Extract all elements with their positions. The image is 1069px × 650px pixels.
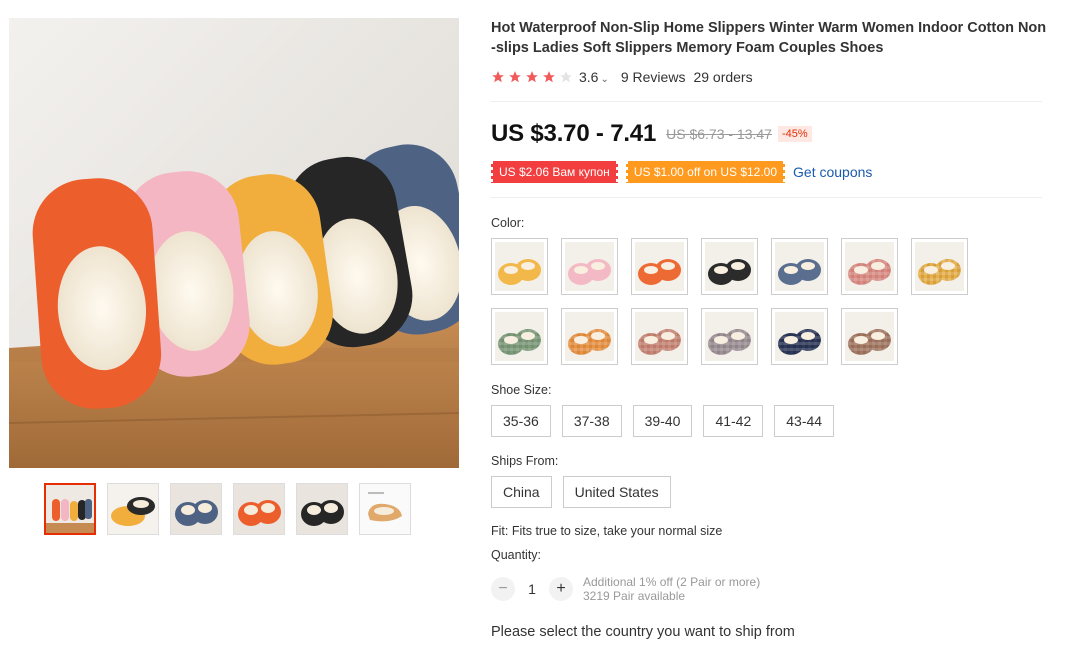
color-swatch-orange[interactable] <box>631 238 688 295</box>
color-swatch-rose-plaid[interactable] <box>631 308 688 365</box>
quantity-stepper: − 1 + Additional 1% off (2 Pair or more)… <box>491 575 760 603</box>
ships-from-option-china[interactable]: China <box>491 476 552 508</box>
current-price: US $3.70 - 7.41 <box>491 120 657 147</box>
star-empty-icon <box>560 71 572 83</box>
thumbnail-2[interactable] <box>107 483 159 535</box>
chevron-down-icon: ⌄ <box>600 74 609 85</box>
color-swatch-brown-plaid[interactable] <box>841 308 898 365</box>
color-label: Color: <box>491 216 525 230</box>
swatch-image <box>775 242 824 291</box>
ships-from-options: China United States <box>491 476 671 508</box>
size-option[interactable]: 43-44 <box>774 405 835 437</box>
star-filled-icon <box>492 71 504 83</box>
swatch-image <box>495 242 544 291</box>
star-rating <box>491 70 573 84</box>
swatch-image <box>705 312 754 361</box>
price-row: US $3.70 - 7.41 US $6.73 - 13.47 -45% <box>491 120 812 148</box>
quantity-increase-button[interactable]: + <box>549 577 573 601</box>
star-filled-icon <box>543 71 555 83</box>
size-option[interactable]: 41-42 <box>703 405 764 437</box>
swatch-image <box>565 312 614 361</box>
swatch-image <box>845 242 894 291</box>
color-swatch-yellow-plaid[interactable] <box>911 238 968 295</box>
product-title: Hot Waterproof Non-Slip Home Slippers Wi… <box>491 20 1047 56</box>
thumbnail-strip <box>44 483 411 535</box>
original-price: US $6.73 - 13.47 <box>666 126 772 142</box>
color-swatch-orange-plaid[interactable] <box>561 308 618 365</box>
main-product-image[interactable] <box>9 18 459 468</box>
rating-row: 3.6 ⌄ 9 Reviews 29 orders <box>491 69 1047 85</box>
color-swatch-grey-plaid[interactable] <box>701 308 758 365</box>
shoe-size-label: Shoe Size: <box>491 383 552 397</box>
divider <box>491 197 1042 198</box>
slippers-photo <box>9 18 459 468</box>
swatch-image <box>775 312 824 361</box>
size-option[interactable]: 35-36 <box>491 405 551 437</box>
color-swatch-pink-plaid[interactable] <box>841 238 898 295</box>
thumbnail-1[interactable] <box>44 483 96 535</box>
thumbnail-5[interactable] <box>296 483 348 535</box>
get-coupons-link[interactable]: Get coupons <box>793 164 872 180</box>
rating-value[interactable]: 3.6 ⌄ <box>579 69 609 85</box>
reviews-link[interactable]: 9 Reviews <box>621 69 686 85</box>
swatch-image <box>565 242 614 291</box>
discount-badge: -45% <box>777 126 812 142</box>
product-info: Hot Waterproof Non-Slip Home Slippers Wi… <box>491 18 1047 85</box>
shoe-size-options: 35-36 37-38 39-40 41-42 43-44 <box>491 405 835 437</box>
quantity-input[interactable]: 1 <box>515 581 549 597</box>
swatch-image <box>495 312 544 361</box>
ship-country-message: Please select the country you want to sh… <box>491 624 795 640</box>
thumbnail-3[interactable] <box>170 483 222 535</box>
swatch-image <box>845 312 894 361</box>
color-swatch-yellow[interactable] <box>491 238 548 295</box>
star-filled-icon <box>509 71 521 83</box>
size-option[interactable]: 39-40 <box>632 405 693 437</box>
bulk-discount-note: Additional 1% off (2 Pair or more) <box>583 575 761 589</box>
color-swatch-black[interactable] <box>701 238 758 295</box>
quantity-info: Additional 1% off (2 Pair or more) 3219 … <box>583 575 760 603</box>
swatch-image <box>915 242 964 291</box>
rating-number: 3.6 <box>579 69 599 85</box>
stock-available: 3219 Pair available <box>583 589 686 603</box>
color-swatch-green-plaid[interactable] <box>491 308 548 365</box>
swatch-image <box>635 242 684 291</box>
ships-from-option-us[interactable]: United States <box>562 476 671 508</box>
quantity-label: Quantity: <box>491 548 542 562</box>
color-swatch-pink[interactable] <box>561 238 618 295</box>
quantity-decrease-button[interactable]: − <box>491 577 515 601</box>
size-option[interactable]: 37-38 <box>561 405 622 437</box>
star-filled-icon <box>526 71 538 83</box>
orders-count: 29 orders <box>693 69 753 85</box>
ships-from-label: Ships From: <box>491 454 559 468</box>
coupon-row: US $2.06 Вам купон US $1.00 off on US $1… <box>489 161 872 183</box>
color-swatch-blue[interactable] <box>771 238 828 295</box>
thumbnail-6[interactable] <box>359 483 411 535</box>
store-coupon-badge[interactable]: US $2.06 Вам купон <box>489 161 620 183</box>
color-swatches <box>491 238 991 365</box>
divider <box>491 101 1042 102</box>
swatch-image <box>705 242 754 291</box>
swatch-image <box>635 312 684 361</box>
select-coupon-badge[interactable]: US $1.00 off on US $12.00 <box>623 161 788 183</box>
thumbnail-4[interactable] <box>233 483 285 535</box>
fit-note: Fit: Fits true to size, take your normal… <box>491 524 723 538</box>
color-swatch-navy-plaid[interactable] <box>771 308 828 365</box>
